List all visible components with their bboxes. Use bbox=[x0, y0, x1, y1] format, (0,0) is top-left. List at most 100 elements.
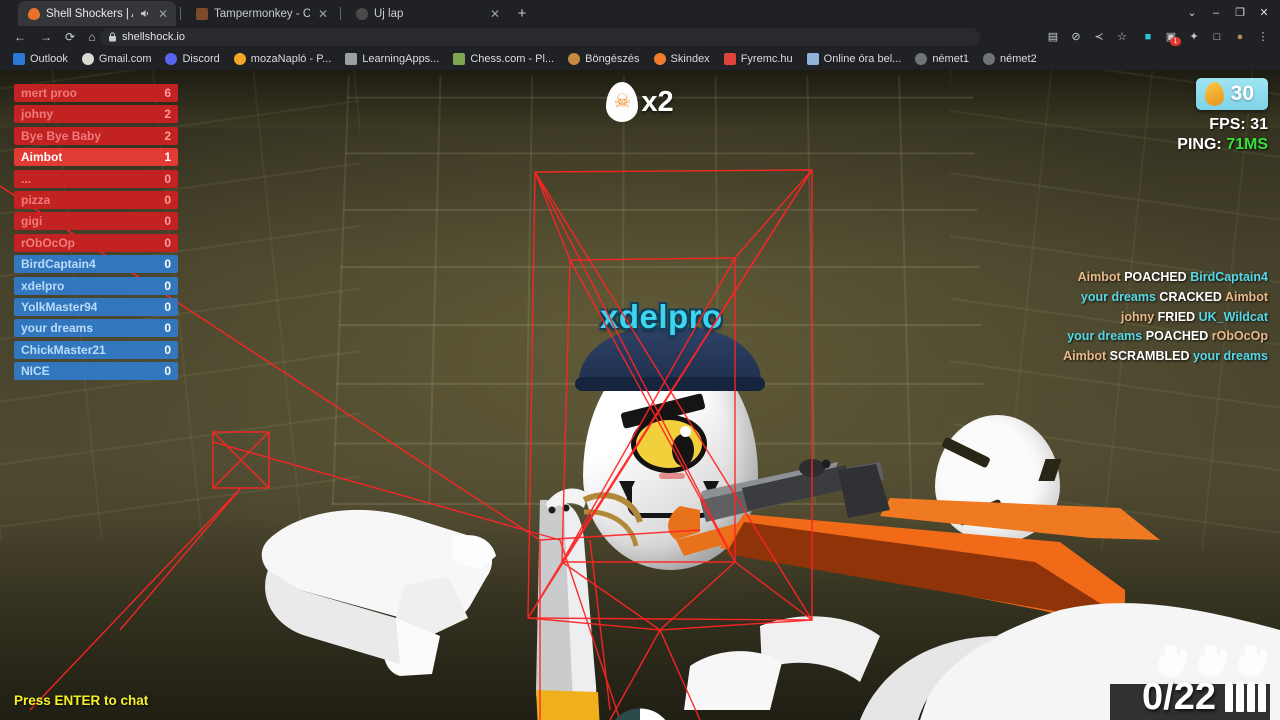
egg-currency-bar: 30 bbox=[1195, 78, 1268, 110]
bookmark-favicon bbox=[653, 53, 666, 65]
kill-feed-entry: johny FRIED UK_Wildcat bbox=[1063, 308, 1268, 328]
bullet-icon bbox=[1247, 682, 1255, 712]
scoreboard-row: gigi 0 bbox=[14, 212, 178, 231]
bookmark-bongeszes[interactable]: Böngészés bbox=[568, 53, 646, 65]
tab-title: Shell Shockers | Alt UR bbox=[46, 7, 133, 20]
translate-icon[interactable]: ▤ bbox=[1045, 29, 1061, 45]
bookmark-online-ora[interactable]: Online óra bel... bbox=[806, 53, 909, 65]
back-button[interactable]: ← bbox=[12, 29, 28, 45]
bookmark-outlook[interactable]: Outlook bbox=[13, 53, 75, 65]
fps-value: 31 bbox=[1250, 116, 1268, 133]
tab-new-page[interactable]: Új lap ✕ bbox=[346, 1, 508, 26]
tab-tampermonkey[interactable]: Tampermonkey - Chrome ✕ bbox=[186, 1, 336, 26]
home-button[interactable]: ⌂ bbox=[84, 29, 100, 45]
tab-shell-shockers[interactable]: Shell Shockers | Alt UR ✕ bbox=[18, 1, 176, 26]
player-score: 0 bbox=[164, 257, 171, 272]
incognito-blocked-icon[interactable]: ⊘ bbox=[1068, 29, 1084, 45]
pupil bbox=[672, 434, 694, 466]
chrome-menu-icon[interactable]: ⋮ bbox=[1255, 29, 1271, 45]
share-icon[interactable]: ≺ bbox=[1091, 29, 1107, 45]
profile-avatar[interactable]: ● bbox=[1232, 29, 1248, 45]
bookmark-favicon bbox=[345, 53, 358, 65]
window-close-button[interactable]: ✕ bbox=[1256, 5, 1272, 21]
ping-value: 71MS bbox=[1226, 136, 1268, 153]
new-tab-button[interactable]: + bbox=[512, 4, 532, 24]
bookmark-favicon bbox=[983, 53, 996, 65]
kill-verb: POACHED bbox=[1145, 329, 1209, 344]
bookmark-favicon bbox=[723, 53, 736, 65]
bookmark-label: Discord bbox=[182, 53, 220, 65]
sidepanel-icon[interactable]: □ bbox=[1209, 29, 1225, 45]
fps-label: FPS: bbox=[1209, 116, 1246, 133]
victim-name: Aimbot bbox=[1224, 289, 1268, 304]
mouth bbox=[627, 488, 715, 518]
bullet-icon bbox=[1236, 682, 1244, 712]
window-minimize-button[interactable]: – bbox=[1208, 5, 1224, 21]
scoreboard-row: BirdCaptain4 0 bbox=[14, 255, 178, 274]
bookmark-label: Gmail.com bbox=[98, 53, 152, 65]
tab-close-icon[interactable]: ✕ bbox=[156, 8, 170, 20]
killer-name: your dreams bbox=[1067, 329, 1143, 344]
kill-feed-entry: Aimbot SCRAMBLED your dreams bbox=[1063, 347, 1268, 367]
ammo-hud: 0/22 bbox=[1142, 645, 1269, 716]
bookmark-label: LearningApps... bbox=[362, 53, 440, 65]
eye-glint bbox=[680, 426, 691, 437]
window-maximize-button[interactable]: ❐ bbox=[1232, 5, 1248, 21]
kill-feed-entry: your dreams CRACKED Aimbot bbox=[1063, 288, 1268, 308]
bookmark-favicon bbox=[915, 53, 928, 65]
player-score: 0 bbox=[164, 364, 171, 379]
reload-button[interactable]: ⟳ bbox=[62, 29, 78, 45]
bookmark-label: Skindex bbox=[670, 53, 710, 65]
ammo-row: 0/22 bbox=[1142, 678, 1266, 716]
speaker-icon[interactable] bbox=[139, 8, 150, 19]
enemy-nametag: xdelpro bbox=[600, 298, 723, 335]
bookmark-nemet1[interactable]: német1 bbox=[915, 53, 976, 65]
player-name: your dreams bbox=[21, 321, 94, 336]
extension-red-icon[interactable]: ■ bbox=[1140, 29, 1156, 45]
bookmark-favicon bbox=[13, 53, 25, 65]
player-score: 0 bbox=[164, 342, 171, 357]
bookmark-fyremc[interactable]: Fyremc.hu bbox=[723, 53, 800, 65]
bookmark-gmail[interactable]: Gmail.com bbox=[81, 53, 159, 65]
eye bbox=[631, 415, 707, 473]
player-score: 0 bbox=[164, 235, 171, 250]
skull-glyph: ☠ bbox=[613, 91, 631, 113]
player-score: 0 bbox=[164, 299, 171, 314]
killer-name: Aimbot bbox=[1063, 349, 1107, 363]
ping-readout: PING: 71MS bbox=[1177, 135, 1268, 155]
health-indicator: 71 bbox=[604, 706, 676, 720]
tab-title: Tampermonkey - Chrome bbox=[214, 7, 310, 20]
scoreboard-row: xdelpro 0 bbox=[14, 276, 178, 295]
bookmark-star-icon[interactable]: ☆ bbox=[1114, 29, 1130, 45]
fang-left bbox=[619, 481, 635, 498]
bookmark-discord[interactable]: Discord bbox=[165, 53, 226, 65]
bullet-icons bbox=[1225, 682, 1266, 712]
bookmark-label: német1 bbox=[932, 53, 970, 65]
game-viewport[interactable]: xdelpro mert proo 6 johny 2 Bye Bye Baby… bbox=[0, 70, 1280, 720]
golden-egg-icon bbox=[1204, 82, 1224, 106]
bookmark-skindex[interactable]: Skindex bbox=[653, 53, 717, 65]
bookmark-mozanaplo[interactable]: mozaNapló - P... bbox=[233, 53, 339, 65]
lock-icon bbox=[109, 32, 116, 42]
player-score: 0 bbox=[164, 278, 171, 293]
tab-title: Új lap bbox=[374, 7, 404, 20]
beanie-brim bbox=[575, 377, 765, 391]
tab-close-icon[interactable]: ✕ bbox=[316, 8, 330, 20]
forward-button[interactable]: → bbox=[38, 29, 54, 45]
bookmark-chess[interactable]: Chess.com - Pl... bbox=[453, 53, 561, 65]
player-name: rObOcOp bbox=[21, 235, 76, 250]
extension-badge-count: 1 bbox=[1170, 37, 1181, 46]
bookmark-nemet2[interactable]: német2 bbox=[983, 53, 1044, 65]
victim-name: your dreams bbox=[1192, 349, 1268, 363]
scoreboard-row: YolkMaster94 0 bbox=[14, 297, 178, 316]
scoreboard-row: NICE 0 bbox=[14, 362, 178, 381]
tab-search-chevron-icon[interactable]: ⌄ bbox=[1184, 5, 1200, 21]
address-bar[interactable]: shellshock.io bbox=[100, 28, 980, 46]
tab-close-icon[interactable]: ✕ bbox=[488, 8, 502, 20]
extensions-puzzle-icon[interactable]: ✦ bbox=[1186, 29, 1202, 45]
bookmark-learningapps[interactable]: LearningApps... bbox=[345, 53, 446, 65]
bookmark-favicon bbox=[81, 53, 94, 65]
scoreboard-row: your dreams 0 bbox=[14, 319, 178, 338]
blush-mark bbox=[659, 473, 685, 479]
scoreboard: mert proo 6 johny 2 Bye Bye Baby 2 Aimbot 1 … bbox=[14, 84, 178, 383]
